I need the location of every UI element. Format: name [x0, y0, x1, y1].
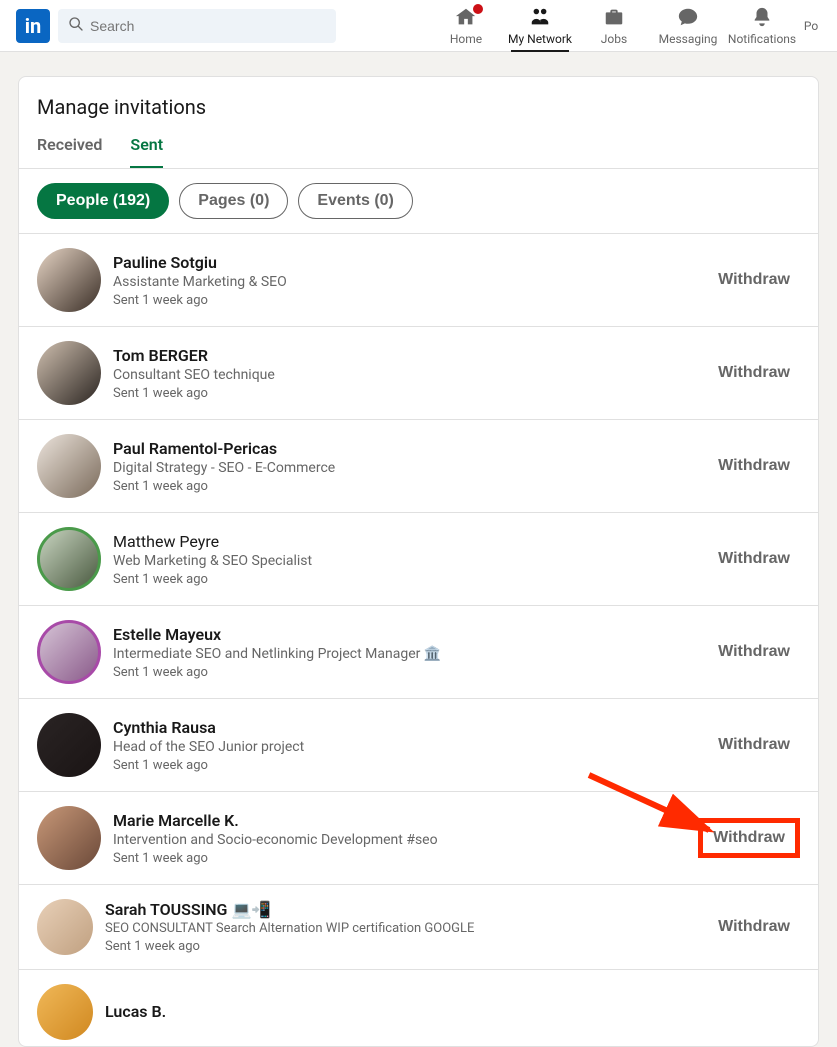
invite-info: Tom BERGER Consultant SEO technique Sent… — [113, 346, 708, 401]
invite-row: Cynthia Rausa Head of the SEO Junior pro… — [19, 698, 818, 791]
card-header: Manage invitations Received Sent — [19, 77, 818, 169]
invite-row: Sarah TOUSSING 💻📲 SEO CONSULTANT Search … — [19, 884, 818, 969]
invite-name[interactable]: Paul Ramentol-Pericas — [113, 439, 708, 458]
nav-home[interactable]: Home — [431, 0, 501, 52]
bell-icon — [751, 6, 773, 31]
network-icon — [529, 6, 551, 31]
nav-messaging-label: Messaging — [659, 32, 718, 46]
avatar[interactable] — [37, 899, 93, 955]
nav-network-label: My Network — [508, 32, 572, 46]
invite-row: Tom BERGER Consultant SEO technique Sent… — [19, 326, 818, 419]
withdraw-button[interactable]: Withdraw — [708, 544, 800, 574]
invite-name[interactable]: Estelle Mayeux — [113, 625, 708, 644]
invite-info: Cynthia Rausa Head of the SEO Junior pro… — [113, 718, 708, 773]
invite-name[interactable]: Tom BERGER — [113, 346, 708, 365]
messaging-icon — [677, 6, 699, 31]
invite-row: Lucas B. — [19, 969, 818, 1046]
avatar[interactable] — [37, 620, 101, 684]
invite-name[interactable]: Cynthia Rausa — [113, 718, 708, 737]
withdraw-button[interactable]: Withdraw — [708, 637, 800, 667]
withdraw-button[interactable]: Withdraw — [708, 265, 800, 295]
invite-name[interactable]: Lucas B. — [105, 1002, 800, 1021]
invite-name[interactable]: Sarah TOUSSING 💻📲 — [105, 900, 708, 919]
withdraw-button[interactable]: Withdraw — [708, 358, 800, 388]
filter-pills: People (192) Pages (0) Events (0) — [19, 169, 818, 233]
invite-headline: Assistante Marketing & SEO — [113, 274, 708, 290]
invite-time: Sent 1 week ago — [113, 851, 698, 866]
invite-info: Marie Marcelle K. Intervention and Socio… — [113, 811, 698, 866]
avatar[interactable] — [37, 248, 101, 312]
invite-row: Marie Marcelle K. Intervention and Socio… — [19, 791, 818, 884]
invite-time: Sent 1 week ago — [113, 758, 708, 773]
nav-jobs-label: Jobs — [601, 32, 627, 46]
search-input[interactable] — [90, 18, 326, 34]
notification-badge — [471, 2, 485, 16]
invite-info: Paul Ramentol-Pericas Digital Strategy -… — [113, 439, 708, 494]
invite-time: Sent 1 week ago — [113, 479, 708, 494]
invite-row: Paul Ramentol-Pericas Digital Strategy -… — [19, 419, 818, 512]
page-title: Manage invitations — [37, 95, 800, 119]
invite-info: Estelle Mayeux Intermediate SEO and Netl… — [113, 625, 708, 680]
invite-headline: Digital Strategy - SEO - E-Commerce — [113, 460, 708, 476]
withdraw-button[interactable]: Withdraw — [708, 730, 800, 760]
tab-received[interactable]: Received — [37, 135, 102, 168]
invite-name[interactable]: Pauline Sotgiu — [113, 253, 708, 272]
nav-overflow-label: Po — [804, 19, 818, 33]
nav-home-label: Home — [450, 32, 482, 46]
invite-name[interactable]: Matthew Peyre — [113, 532, 708, 551]
invite-info: Lucas B. — [105, 1002, 800, 1023]
pill-pages[interactable]: Pages (0) — [179, 183, 288, 219]
nav-network[interactable]: My Network — [505, 0, 575, 52]
invite-headline: Head of the SEO Junior project — [113, 739, 708, 755]
nav-notifications[interactable]: Notifications — [727, 0, 797, 52]
nav-jobs[interactable]: Jobs — [579, 0, 649, 52]
invite-headline: Intervention and Socio-economic Developm… — [113, 832, 698, 848]
avatar[interactable] — [37, 527, 101, 591]
invite-time: Sent 1 week ago — [113, 293, 708, 308]
invite-time: Sent 1 week ago — [105, 939, 708, 954]
invite-info: Pauline Sotgiu Assistante Marketing & SE… — [113, 253, 708, 308]
pill-people[interactable]: People (192) — [37, 183, 169, 219]
withdraw-button[interactable]: Withdraw — [708, 912, 800, 942]
invite-time: Sent 1 week ago — [113, 572, 708, 587]
top-nav-bar: in Home My Network Jobs — [0, 0, 837, 52]
invite-row: Pauline Sotgiu Assistante Marketing & SE… — [19, 233, 818, 326]
home-icon — [455, 6, 477, 31]
jobs-icon — [603, 6, 625, 31]
invite-name[interactable]: Marie Marcelle K. — [113, 811, 698, 830]
invite-row: Matthew Peyre Web Marketing & SEO Specia… — [19, 512, 818, 605]
invite-info: Matthew Peyre Web Marketing & SEO Specia… — [113, 532, 708, 587]
invite-time: Sent 1 week ago — [113, 665, 708, 680]
withdraw-button[interactable]: Withdraw — [698, 818, 800, 858]
avatar[interactable] — [37, 713, 101, 777]
invite-row: Estelle Mayeux Intermediate SEO and Netl… — [19, 605, 818, 698]
avatar[interactable] — [37, 984, 93, 1040]
withdraw-button[interactable]: Withdraw — [708, 451, 800, 481]
avatar[interactable] — [37, 341, 101, 405]
nav-messaging[interactable]: Messaging — [653, 0, 723, 52]
invite-headline: Intermediate SEO and Netlinking Project … — [113, 646, 708, 662]
tab-sent[interactable]: Sent — [130, 135, 163, 168]
search-box[interactable] — [58, 9, 336, 43]
nav-notifications-label: Notifications — [728, 32, 796, 46]
tabs: Received Sent — [19, 135, 818, 169]
avatar[interactable] — [37, 434, 101, 498]
search-icon — [68, 16, 84, 36]
invitations-card: Manage invitations Received Sent People … — [18, 76, 819, 1047]
linkedin-logo[interactable]: in — [16, 9, 50, 43]
invite-headline: SEO CONSULTANT Search Alternation WIP ce… — [105, 921, 708, 936]
invite-info: Sarah TOUSSING 💻📲 SEO CONSULTANT Search … — [105, 900, 708, 954]
nav-overflow[interactable]: Po — [801, 0, 821, 52]
pill-events[interactable]: Events (0) — [298, 183, 412, 219]
invite-time: Sent 1 week ago — [113, 386, 708, 401]
avatar[interactable] — [37, 806, 101, 870]
invite-headline: Web Marketing & SEO Specialist — [113, 553, 708, 569]
invite-headline: Consultant SEO technique — [113, 367, 708, 383]
nav-items: Home My Network Jobs Messaging Notificat… — [431, 0, 821, 52]
